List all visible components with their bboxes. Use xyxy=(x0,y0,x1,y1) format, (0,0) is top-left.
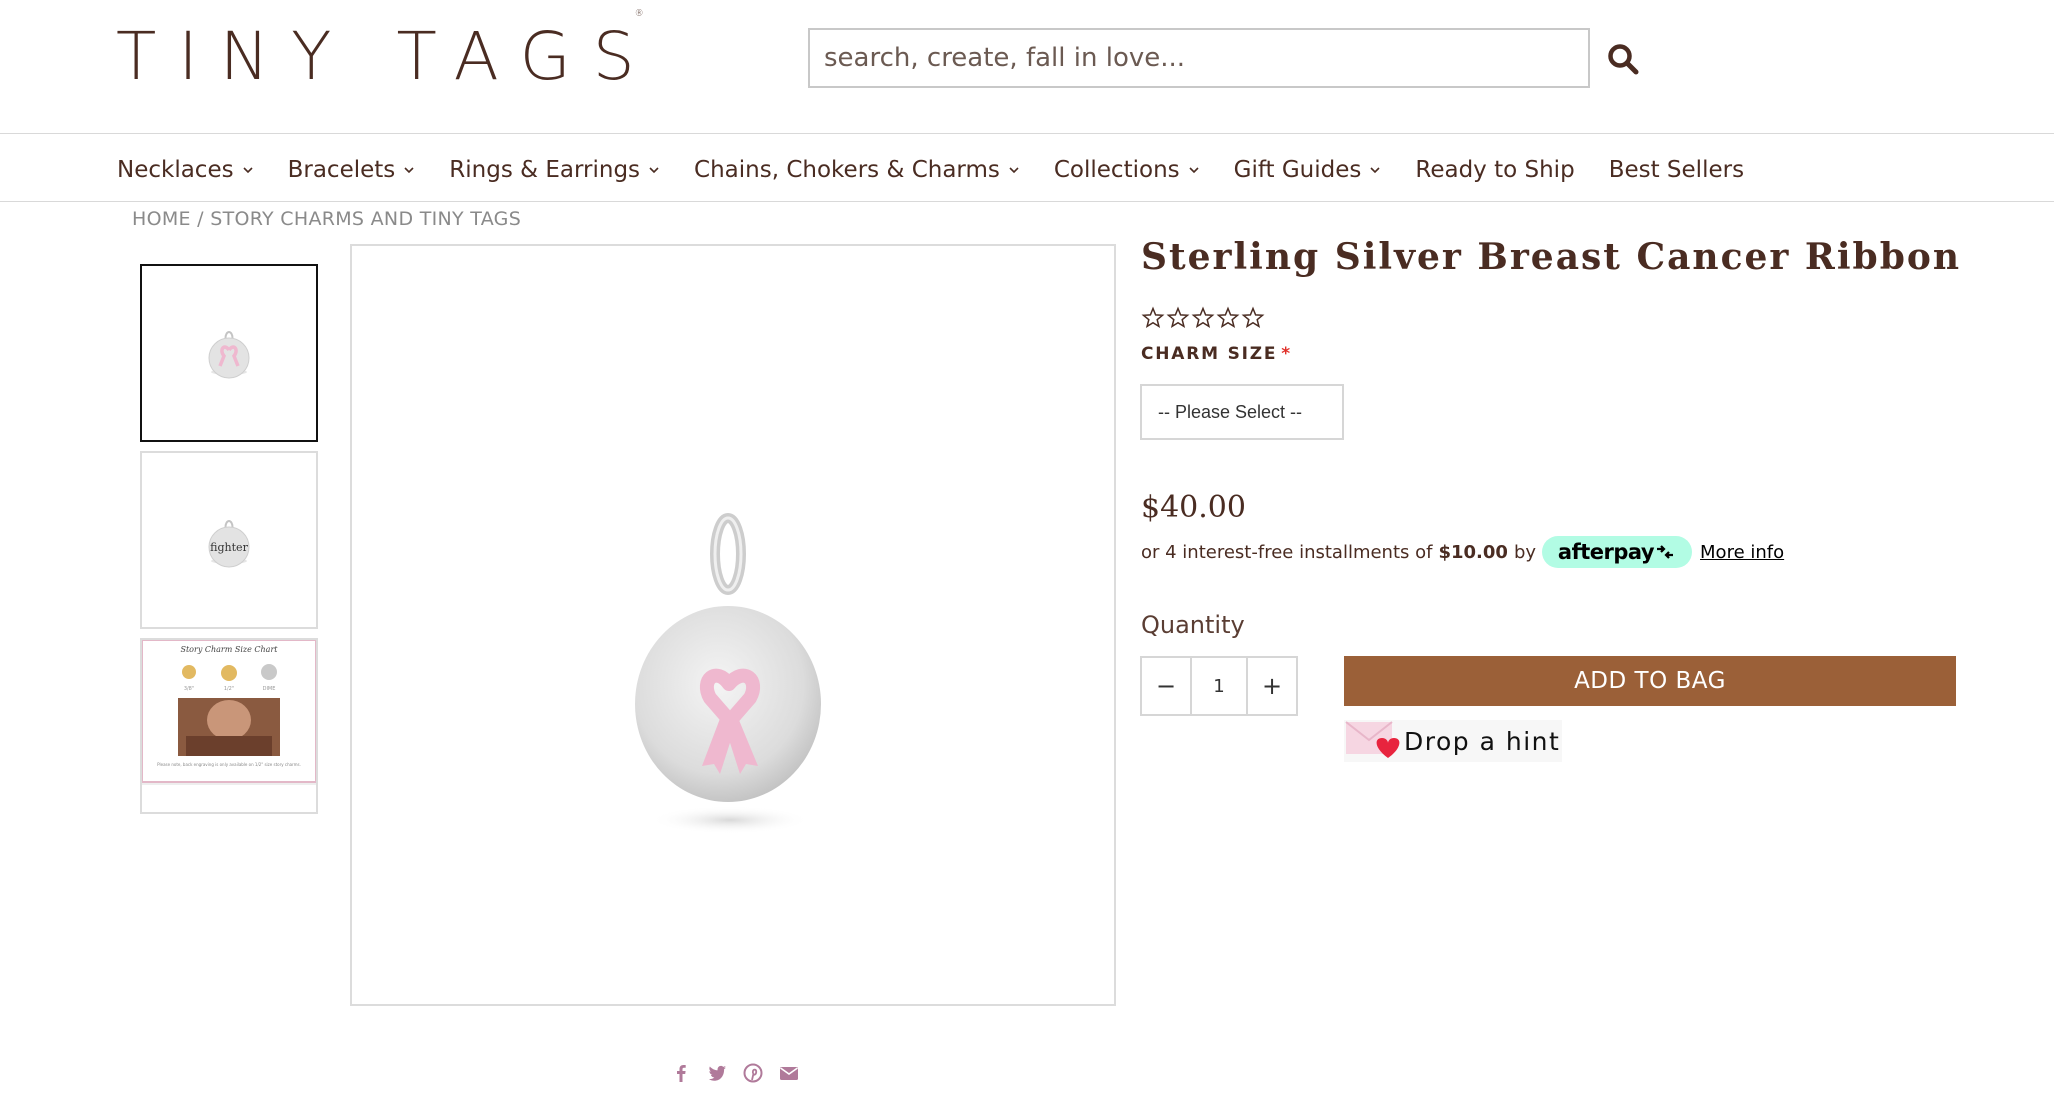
afterpay-logo: afterpay xyxy=(1542,536,1693,568)
pinterest-icon[interactable] xyxy=(742,1062,764,1084)
nav-item-label: Ready to Ship xyxy=(1415,157,1575,183)
drop-a-hint-button[interactable]: Drop a hint xyxy=(1344,720,1562,762)
breadcrumb-home[interactable]: HOME xyxy=(132,208,191,230)
nav-item-necklaces[interactable]: Necklaces xyxy=(117,157,254,183)
nav-item-label: Bracelets xyxy=(287,157,396,183)
envelope-heart-icon xyxy=(1345,721,1400,758)
nav-item-label: Collections xyxy=(1053,157,1180,183)
quantity-increase-button[interactable]: + xyxy=(1248,658,1296,714)
charm-size-select[interactable]: -- Please Select -- xyxy=(1140,384,1344,440)
charm-thumbnail-image xyxy=(208,331,250,379)
nav-item-ready-to-ship[interactable]: Ready to Ship xyxy=(1415,157,1574,183)
nav-divider xyxy=(0,201,2054,202)
size-chart-title: Story Charm Size Chart xyxy=(180,645,278,654)
site-logo[interactable]: TINY TAGS® xyxy=(116,9,666,93)
star-icon[interactable] xyxy=(1141,306,1165,330)
email-icon[interactable] xyxy=(778,1062,800,1084)
header-divider xyxy=(0,133,2054,134)
nav-item-gift-guides[interactable]: Gift Guides xyxy=(1234,157,1382,183)
nav-item-bracelets[interactable]: Bracelets xyxy=(288,157,416,183)
chevron-down-icon xyxy=(243,167,253,174)
charm-size-label: CHARM SIZE * xyxy=(1141,344,1292,364)
chevron-down-icon xyxy=(649,167,659,174)
nav-item-best-sellers[interactable]: Best Sellers xyxy=(1609,157,1744,183)
installments-by: by xyxy=(1513,541,1537,563)
star-icon[interactable] xyxy=(1241,306,1265,330)
quantity-stepper: − 1 + xyxy=(1140,656,1298,716)
rating-stars[interactable] xyxy=(1141,306,1266,330)
star-icon[interactable] xyxy=(1166,306,1190,330)
breadcrumb: HOME / STORY CHARMS AND TINY TAGS xyxy=(132,208,521,230)
chevron-down-icon xyxy=(1189,167,1199,174)
thumbnail-1[interactable] xyxy=(140,264,318,442)
nav-item-label: Rings & Earrings xyxy=(449,157,641,183)
size-label-1: 3/8" xyxy=(184,686,194,692)
add-to-bag-button[interactable]: ADD TO BAG xyxy=(1344,656,1956,706)
nav-item-collections[interactable]: Collections xyxy=(1054,157,1200,183)
size-chart-note: Please note, back engraving is only avai… xyxy=(157,762,301,767)
twitter-icon[interactable] xyxy=(706,1062,728,1084)
main-product-image[interactable] xyxy=(350,244,1116,1006)
chevron-down-icon xyxy=(1370,167,1380,174)
search-input[interactable] xyxy=(810,30,1588,86)
breadcrumb-current[interactable]: STORY CHARMS AND TINY TAGS xyxy=(210,208,521,230)
chevron-down-icon xyxy=(1009,167,1019,174)
search-icon[interactable] xyxy=(1606,42,1640,76)
size-label-2: 1/2" xyxy=(224,686,234,692)
required-mark: * xyxy=(1281,344,1292,364)
product-price: $40.00 xyxy=(1141,490,1246,525)
charm-main-image xyxy=(635,513,821,834)
breadcrumb-separator: / xyxy=(190,208,211,230)
drop-a-hint-label: Drop a hint xyxy=(1404,726,1561,756)
search-box xyxy=(808,28,1590,88)
thumbnail-2[interactable]: fighter xyxy=(140,451,318,629)
installment-amount: $10.00 xyxy=(1438,541,1508,563)
nav-item-label: Best Sellers xyxy=(1608,157,1745,183)
size-label-3: DIME xyxy=(263,686,276,692)
quantity-label: Quantity xyxy=(1141,611,1245,639)
quantity-input[interactable]: 1 xyxy=(1190,658,1248,714)
nav-item-chains-chokers-charms[interactable]: Chains, Chokers & Charms xyxy=(694,157,1020,183)
size-chart-thumbnail-image: Story Charm Size Chart 3/8" 1/2" DIME Pl… xyxy=(142,640,316,785)
facebook-icon[interactable] xyxy=(670,1062,692,1084)
nav-item-label: Gift Guides xyxy=(1233,157,1362,183)
share-icons xyxy=(670,1062,814,1084)
product-title: Sterling Silver Breast Cancer Ribbon xyxy=(1141,236,1962,278)
main-nav: Necklaces Bracelets Rings & Earrings Chains… xyxy=(117,150,1778,190)
nav-item-label: Necklaces xyxy=(117,157,234,183)
star-icon[interactable] xyxy=(1191,306,1215,330)
quantity-decrease-button[interactable]: − xyxy=(1142,658,1190,714)
star-icon[interactable] xyxy=(1216,306,1240,330)
afterpay-arrows-icon xyxy=(1657,545,1674,559)
more-info-link[interactable]: More info xyxy=(1700,542,1784,563)
registered-mark: ® xyxy=(634,9,644,19)
engraving-text: fighter xyxy=(210,541,248,554)
nav-item-label: Chains, Chokers & Charms xyxy=(694,157,1000,183)
nav-item-rings-earrings[interactable]: Rings & Earrings xyxy=(449,157,660,183)
afterpay-installments: or 4 interest-free installments of $10.0… xyxy=(1141,536,1784,568)
thumbnail-3[interactable]: Story Charm Size Chart 3/8" 1/2" DIME Pl… xyxy=(140,638,318,814)
installments-text: or 4 interest-free installments of xyxy=(1141,541,1433,563)
chevron-down-icon xyxy=(404,167,414,174)
charm-back-thumbnail-image: fighter xyxy=(208,520,250,568)
